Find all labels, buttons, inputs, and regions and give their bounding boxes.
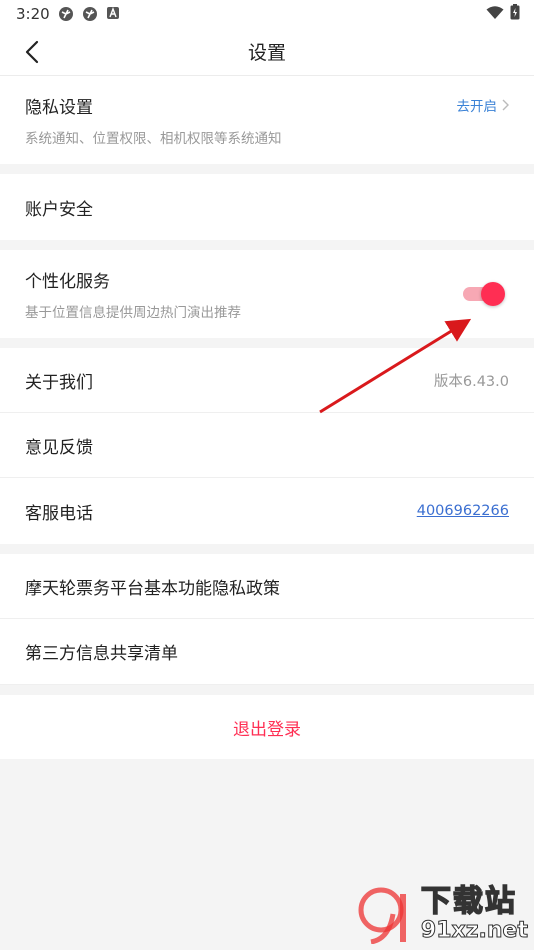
toggle-knob bbox=[481, 282, 505, 306]
customer-service-title: 客服电话 bbox=[25, 503, 93, 524]
privacy-settings-row[interactable]: 隐私设置 系统通知、位置权限、相机权限等系统通知 去开启 bbox=[0, 76, 534, 164]
account-security-title: 账户安全 bbox=[25, 199, 93, 220]
privacy-settings-subtitle: 系统通知、位置权限、相机权限等系统通知 bbox=[25, 131, 282, 147]
personalized-service-title: 个性化服务 bbox=[25, 272, 110, 292]
personalization-section: 个性化服务 基于位置信息提供周边热门演出推荐 bbox=[0, 250, 534, 338]
privacy-open-label: 去开启 bbox=[456, 99, 498, 115]
customer-service-phone-link[interactable]: 4006962266 bbox=[417, 503, 509, 519]
info-section: 关于我们 版本6.43.0 意见反馈 客服电话 4006962266 bbox=[0, 348, 534, 544]
section-divider bbox=[0, 685, 534, 695]
section-divider bbox=[0, 544, 534, 554]
status-time: 3:20 bbox=[16, 5, 50, 23]
watermark: 下载站 91xz.net bbox=[353, 884, 529, 944]
font-notification-icon bbox=[106, 6, 122, 22]
privacy-policy-row[interactable]: 摩天轮票务平台基本功能隐私政策 bbox=[0, 554, 534, 619]
privacy-section: 隐私设置 系统通知、位置权限、相机权限等系统通知 去开启 bbox=[0, 76, 534, 164]
logout-label: 退出登录 bbox=[233, 719, 301, 740]
personalized-service-toggle[interactable] bbox=[463, 282, 505, 306]
app-version: 版本6.43.0 bbox=[433, 373, 509, 390]
feedback-title: 意见反馈 bbox=[25, 437, 93, 458]
privacy-settings-title: 隐私设置 bbox=[25, 98, 93, 118]
account-security-row[interactable]: 账户安全 bbox=[0, 174, 534, 240]
watermark-title: 下载站 bbox=[420, 884, 517, 920]
customer-service-row: 客服电话 4006962266 bbox=[0, 478, 534, 544]
wifi-icon bbox=[486, 5, 504, 24]
account-section: 账户安全 bbox=[0, 174, 534, 240]
about-us-row[interactable]: 关于我们 版本6.43.0 bbox=[0, 348, 534, 413]
personalized-service-subtitle: 基于位置信息提供周边热门演出推荐 bbox=[25, 305, 241, 321]
logout-button[interactable]: 退出登录 bbox=[0, 695, 534, 759]
page-title: 设置 bbox=[247, 42, 286, 64]
app-notification-icon bbox=[82, 6, 98, 22]
third-party-sharing-title: 第三方信息共享清单 bbox=[25, 644, 178, 664]
back-button[interactable] bbox=[18, 38, 46, 66]
app-notification-icon bbox=[58, 6, 74, 22]
feedback-row[interactable]: 意见反馈 bbox=[0, 413, 534, 478]
policy-section: 摩天轮票务平台基本功能隐私政策 第三方信息共享清单 bbox=[0, 554, 534, 685]
status-bar: 3:20 bbox=[0, 0, 534, 28]
third-party-sharing-row[interactable]: 第三方信息共享清单 bbox=[0, 619, 534, 685]
section-divider bbox=[0, 164, 534, 174]
personalized-service-row: 个性化服务 基于位置信息提供周边热门演出推荐 bbox=[0, 250, 534, 338]
about-us-title: 关于我们 bbox=[25, 372, 93, 393]
nav-bar: 设置 bbox=[0, 28, 534, 76]
chevron-right-icon bbox=[502, 99, 509, 111]
privacy-policy-title: 摩天轮票务平台基本功能隐私政策 bbox=[25, 578, 280, 599]
section-divider bbox=[0, 338, 534, 348]
battery-icon bbox=[510, 4, 520, 24]
watermark-logo-icon bbox=[358, 887, 406, 944]
chevron-left-icon bbox=[25, 40, 39, 64]
section-divider bbox=[0, 240, 534, 250]
privacy-open-link[interactable]: 去开启 bbox=[457, 95, 510, 115]
watermark-url: 91xz.net bbox=[420, 918, 528, 943]
